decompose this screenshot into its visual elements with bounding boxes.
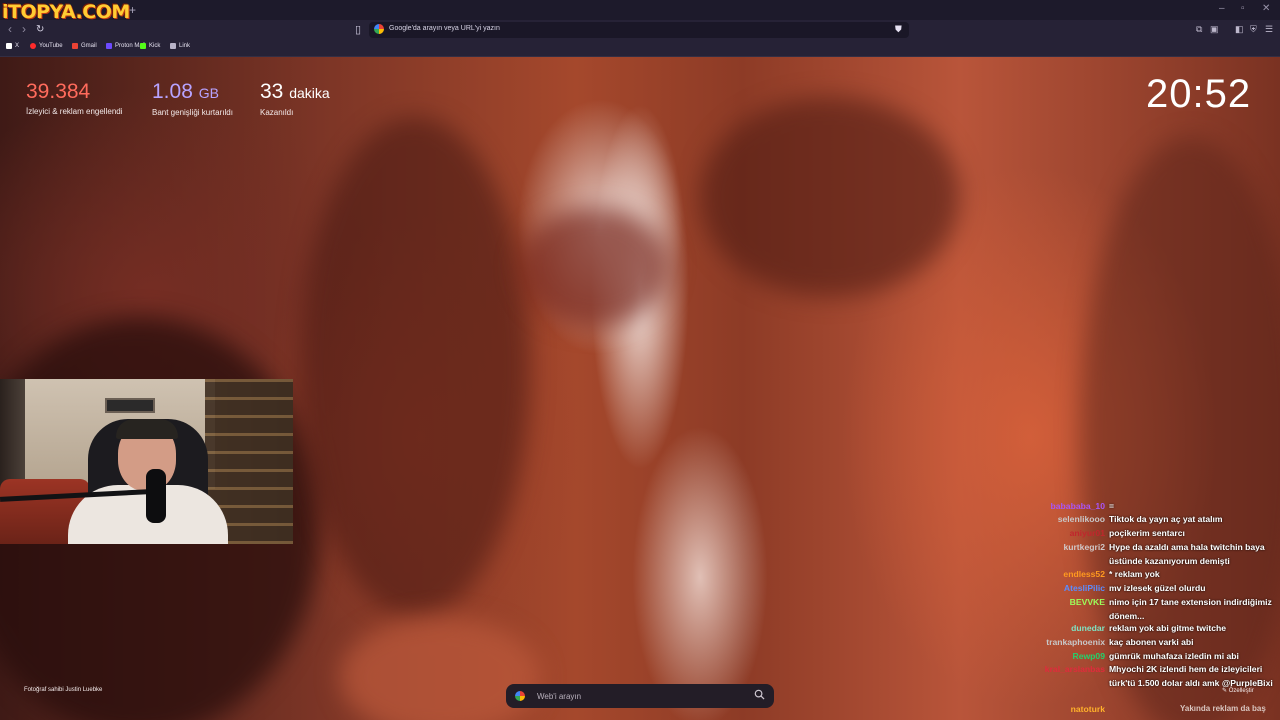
close-window-button[interactable]: ✕ bbox=[1262, 3, 1270, 14]
chat-username[interactable]: AtesliPilic bbox=[1064, 582, 1105, 596]
vpn-shield-icon[interactable]: ⛨ bbox=[1250, 24, 1257, 35]
extensions-icon[interactable]: ⧉ bbox=[1196, 24, 1202, 35]
promo-text: Yakında reklam da baş bbox=[1180, 704, 1266, 713]
chat-username[interactable]: trankaphoenix bbox=[1046, 636, 1105, 650]
bookmark-page-icon[interactable]: ▯ bbox=[355, 23, 361, 36]
wall-picture bbox=[105, 398, 155, 413]
webcam-overlay bbox=[0, 379, 293, 544]
bookmark-gmail[interactable]: Gmail bbox=[72, 43, 97, 49]
photo-credit[interactable]: Fotoğraf sahibi Justin Luebke bbox=[24, 687, 102, 693]
chat-username[interactable]: babababa_10 bbox=[1051, 500, 1105, 514]
chat-text: gümrük muhafaza izledin mi abi bbox=[1109, 651, 1239, 661]
chat-username[interactable]: aniyur01 bbox=[1070, 527, 1105, 541]
menu-icon[interactable]: ☰ bbox=[1265, 24, 1273, 35]
chat-text: Mhyochi 2K izlendi hem de izleyicileri t… bbox=[1109, 664, 1273, 688]
stat-trackers-label: İzleyici & reklam engellendi bbox=[26, 107, 123, 116]
chat-text: mv izlesek güzel olurdu bbox=[1109, 583, 1206, 593]
sidebar-icon[interactable]: ◧ bbox=[1235, 24, 1244, 35]
stat-bandwidth-unit: GB bbox=[198, 85, 219, 101]
chat-username[interactable]: dunedar bbox=[1071, 622, 1105, 636]
chat-text: kaç abonen varki abi bbox=[1109, 637, 1194, 647]
google-search-icon bbox=[515, 691, 525, 701]
back-icon[interactable]: ‹ bbox=[8, 22, 12, 36]
chat-text: Hype da azaldı ama hala twitchin baya üs… bbox=[1109, 542, 1265, 566]
minimize-button[interactable]: – bbox=[1219, 3, 1225, 14]
bookmark-kick[interactable]: Kick bbox=[140, 43, 160, 49]
google-icon bbox=[374, 24, 384, 34]
stat-trackers-value: 39.384 bbox=[26, 80, 91, 103]
bookmarks-bar bbox=[0, 40, 1280, 57]
new-tab-button[interactable]: + bbox=[129, 3, 136, 17]
stat-time-value: 33 bbox=[260, 80, 284, 103]
chat-username[interactable]: BEVVKE bbox=[1070, 596, 1105, 610]
clock: 20:52 bbox=[1146, 72, 1252, 116]
bookmark-youtube[interactable]: YouTube bbox=[30, 43, 63, 49]
chat-username[interactable]: selenlikooo bbox=[1058, 513, 1105, 527]
maximize-button[interactable]: ▫ bbox=[1241, 3, 1245, 14]
stat-time-label: Kazanıldı bbox=[260, 108, 294, 117]
cap bbox=[116, 419, 178, 439]
address-placeholder[interactable]: Google'da arayın veya URL'yi yazın bbox=[389, 25, 500, 32]
brave-shield-icon[interactable]: ⛊ bbox=[895, 24, 902, 35]
kick-icon bbox=[140, 43, 146, 49]
chat-text: reklam yok abi gitme twitche bbox=[1109, 623, 1227, 633]
chat-text: = bbox=[1109, 501, 1115, 511]
forward-icon[interactable]: › bbox=[22, 22, 26, 36]
chat-username[interactable]: Rewp09 bbox=[1073, 650, 1105, 664]
chat-text: Tiktok da yayn aç yat atalım bbox=[1109, 514, 1223, 524]
customize-button[interactable]: ✎ Özelleştir bbox=[1222, 687, 1254, 694]
chat-text: * reklam yok bbox=[1109, 569, 1160, 579]
stat-trackers-blocked: 39.384 İzleyici & reklam engellendi bbox=[26, 80, 123, 116]
stat-bandwidth-value: 1.08 bbox=[152, 80, 193, 103]
proton-mail-icon bbox=[106, 43, 112, 49]
chat-username[interactable]: natoturk bbox=[1071, 703, 1105, 717]
stat-time-saved: 33 dakika Kazanıldı bbox=[260, 80, 330, 117]
stat-time-unit: dakika bbox=[289, 85, 330, 101]
wallet-icon[interactable]: ▣ bbox=[1210, 24, 1219, 35]
search-icon[interactable] bbox=[754, 689, 765, 700]
web-search-placeholder[interactable]: Web'i arayın bbox=[537, 692, 581, 701]
chat-username[interactable]: kurtkegri2 bbox=[1063, 541, 1105, 555]
chat-text: nimo için 17 tane extension indirdiğimiz… bbox=[1109, 597, 1272, 621]
link-icon bbox=[170, 43, 176, 49]
youtube-icon bbox=[30, 43, 36, 49]
gmail-icon bbox=[72, 43, 78, 49]
microphone bbox=[146, 469, 166, 523]
chat-username[interactable]: endless52 bbox=[1063, 568, 1105, 582]
stat-bandwidth-label: Bant genişliği kurtarıldı bbox=[152, 108, 233, 117]
chat-username[interactable]: kral_arslanbas bbox=[1045, 663, 1105, 677]
chat-text: poçikerim sentarcı bbox=[1109, 528, 1185, 538]
reload-icon[interactable]: ↻ bbox=[36, 24, 44, 35]
bookmark-x[interactable]: X bbox=[6, 43, 19, 49]
title-bar: iTOPYA.COM + – ▫ ✕ bbox=[0, 0, 1280, 23]
stat-bandwidth-saved: 1.08 GB Bant genişliği kurtarıldı bbox=[152, 80, 233, 117]
bookmark-link[interactable]: Link bbox=[170, 43, 190, 49]
x-icon bbox=[6, 43, 12, 49]
